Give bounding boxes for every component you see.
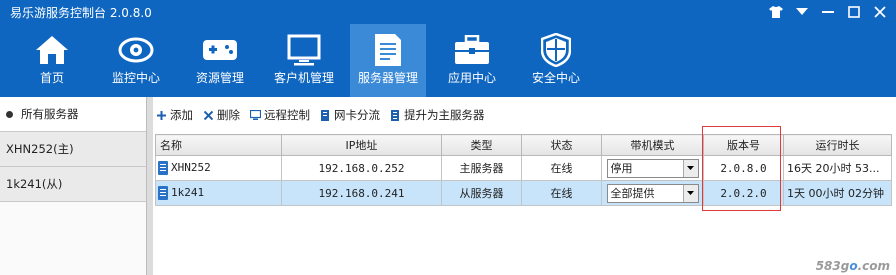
toolbox-icon <box>454 32 490 68</box>
table-row[interactable]: XHN252 192.168.0.252 主服务器 在线 停用 2.0.8.0 … <box>155 155 892 181</box>
nav-label: 资源管理 <box>195 71 244 85</box>
eye-icon <box>118 32 154 68</box>
nic-split-button[interactable]: 网卡分流 <box>319 107 380 123</box>
home-icon <box>34 32 70 68</box>
column-header-status[interactable]: 状态 <box>521 134 602 156</box>
column-header-uptime[interactable]: 运行时长 <box>783 134 892 156</box>
panel-divider[interactable] <box>147 97 153 275</box>
nav-label: 安全中心 <box>531 71 580 85</box>
server-name: XHN252 <box>171 161 211 174</box>
delete-button[interactable]: 删除 <box>202 107 240 123</box>
column-header-version[interactable]: 版本号 <box>703 134 784 156</box>
server-name: 1k241 <box>171 186 205 199</box>
gamepad-icon <box>202 32 238 68</box>
server-icon <box>389 109 401 121</box>
nav-label: 应用中心 <box>447 71 496 85</box>
bullet-icon <box>6 110 13 118</box>
server-ip: 192.168.0.241 <box>281 180 442 206</box>
sidebar-item-xhn252[interactable]: XHN252(主) <box>0 132 146 167</box>
column-header-ip[interactable]: IP地址 <box>281 134 442 156</box>
table-row[interactable]: 1k241 192.168.0.241 从服务器 在线 全部提供 2.0.2.0… <box>155 180 892 206</box>
watermark: 583go.com <box>815 259 890 273</box>
dropdown-arrow-icon <box>682 159 698 177</box>
nav-monitor-center[interactable]: 监控中心 <box>98 24 174 97</box>
server-version: 2.0.2.0 <box>703 180 784 206</box>
nav-client-management[interactable]: 客户机管理 <box>266 24 342 97</box>
nav-server-management[interactable]: 服务器管理 <box>350 24 426 97</box>
nav-label: 服务器管理 <box>357 71 418 85</box>
nav-security-center[interactable]: 安全中心 <box>518 24 594 97</box>
toolbar: 添加 删除 远程控制 网卡分流 提升为主服务器 <box>155 105 494 125</box>
nav-resource-management[interactable]: 资源管理 <box>182 24 258 97</box>
remote-screen-icon <box>249 109 261 121</box>
server-doc-icon <box>370 32 406 68</box>
server-status: 在线 <box>521 155 602 181</box>
maximize-icon[interactable] <box>846 4 862 20</box>
add-button[interactable]: 添加 <box>155 107 193 123</box>
nav-label: 客户机管理 <box>273 71 334 85</box>
server-version: 2.0.8.0 <box>703 155 784 181</box>
remote-control-button[interactable]: 远程控制 <box>249 107 310 123</box>
mode-select[interactable]: 停用 <box>606 158 699 178</box>
dropdown-arrow-icon <box>682 184 698 202</box>
server-status: 在线 <box>521 180 602 206</box>
server-table: 名称 IP地址 类型 状态 带机模式 版本号 运行时长 XHN252 192.1… <box>155 134 892 206</box>
promote-to-master-button[interactable]: 提升为主服务器 <box>389 107 485 123</box>
server-uptime: 1天 00小时 02分钟 <box>783 180 892 206</box>
server-icon <box>158 186 168 200</box>
sidebar-item-1k241[interactable]: 1k241(从) <box>0 167 146 202</box>
server-sidebar: 所有服务器 XHN252(主) 1k241(从) <box>0 97 147 275</box>
menu-down-icon[interactable] <box>794 4 810 20</box>
nav-label: 首页 <box>39 71 64 85</box>
nav-label: 监控中心 <box>111 71 160 85</box>
table-header-row: 名称 IP地址 类型 状态 带机模式 版本号 运行时长 <box>155 134 892 156</box>
shield-icon <box>538 32 574 68</box>
monitor-icon <box>286 32 322 68</box>
column-header-name[interactable]: 名称 <box>155 134 282 156</box>
sidebar-item-label: 所有服务器 <box>21 107 79 121</box>
main-nav: 首页 监控中心 资源管理 客户机管理 服务器管理 应用中心 安全中心 <box>14 24 602 97</box>
column-header-type[interactable]: 类型 <box>441 134 522 156</box>
plus-icon <box>155 109 167 121</box>
nav-app-center[interactable]: 应用中心 <box>434 24 510 97</box>
skin-icon[interactable] <box>768 4 784 20</box>
close-icon[interactable] <box>872 4 888 20</box>
minimize-icon[interactable] <box>820 4 836 20</box>
server-type: 从服务器 <box>441 180 522 206</box>
sidebar-item-label: XHN252(主) <box>6 142 74 156</box>
sidebar-item-label: 1k241(从) <box>6 177 63 191</box>
sidebar-item-all-servers[interactable]: 所有服务器 <box>0 97 146 132</box>
server-type: 主服务器 <box>441 155 522 181</box>
server-ip: 192.168.0.252 <box>281 155 442 181</box>
delete-x-icon <box>202 109 214 121</box>
top-bar: 易乐游服务控制台 2.0.8.0 首页 监控中心 资源管理 客户机管理 服务器管… <box>0 0 896 97</box>
main-panel: 添加 删除 远程控制 网卡分流 提升为主服务器 名称 IP地址 类型 状态 带机… <box>147 97 896 275</box>
server-uptime: 16天 20小时 53... <box>783 155 892 181</box>
app-title: 易乐游服务控制台 2.0.8.0 <box>10 6 152 20</box>
mode-select[interactable]: 全部提供 <box>606 183 699 203</box>
column-header-mode[interactable]: 带机模式 <box>601 134 704 156</box>
nic-icon <box>319 109 331 121</box>
server-icon <box>158 161 168 175</box>
window-controls <box>768 4 888 20</box>
nav-home[interactable]: 首页 <box>14 24 90 97</box>
